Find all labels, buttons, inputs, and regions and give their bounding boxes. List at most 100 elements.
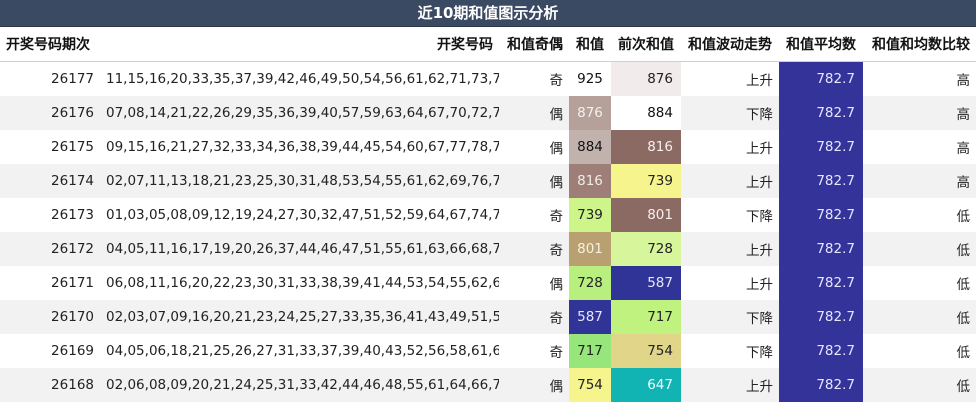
prev-sum-cell: 717 (611, 300, 681, 334)
table-row: 26175 09,15,16,21,27,32,33,34,36,38,39,44… (0, 130, 976, 164)
issue-cell: 26174 (0, 164, 100, 198)
table-row: 26170 02,03,07,09,16,20,21,23,24,25,27,33… (0, 300, 976, 334)
issue-cell: 26176 (0, 96, 100, 130)
col-header-compare: 和值和均数比较 (863, 27, 976, 62)
issue-cell: 26169 (0, 334, 100, 368)
average-cell: 782.7 (779, 198, 863, 232)
col-header-trend: 和值波动走势 (681, 27, 779, 62)
issue-cell: 26173 (0, 198, 100, 232)
table-row: 26177 11,15,16,20,33,35,37,39,42,46,49,50… (0, 61, 976, 96)
numbers-cell: 01,03,05,08,09,12,19,24,27,30,32,47,51,5… (100, 198, 499, 232)
numbers-cell: 07,08,14,21,22,26,29,35,36,39,40,57,59,6… (100, 96, 499, 130)
sum-cell: 876 (569, 96, 611, 130)
col-header-parity: 和值奇偶 (499, 27, 569, 62)
parity-cell: 奇 (499, 61, 569, 96)
compare-cell: 低 (863, 232, 976, 266)
parity-cell: 奇 (499, 232, 569, 266)
trend-cell: 上升 (681, 368, 779, 402)
parity-cell: 奇 (499, 198, 569, 232)
compare-cell: 高 (863, 130, 976, 164)
average-cell: 782.7 (779, 368, 863, 402)
numbers-cell: 04,05,11,16,17,19,20,26,37,44,46,47,51,5… (100, 232, 499, 266)
average-cell: 782.7 (779, 130, 863, 164)
issue-cell: 26175 (0, 130, 100, 164)
prev-sum-cell: 647 (611, 368, 681, 402)
prev-sum-cell: 816 (611, 130, 681, 164)
sum-cell: 754 (569, 368, 611, 402)
numbers-cell: 02,03,07,09,16,20,21,23,24,25,27,33,35,3… (100, 300, 499, 334)
parity-cell: 偶 (499, 266, 569, 300)
table-row: 26176 07,08,14,21,22,26,29,35,36,39,40,57… (0, 96, 976, 130)
col-header-numbers: 开奖号码 (100, 27, 499, 62)
table-row: 26173 01,03,05,08,09,12,19,24,27,30,32,47… (0, 198, 976, 232)
parity-cell: 奇 (499, 300, 569, 334)
header-row: 开奖号码期次 开奖号码 和值奇偶 和值 前次和值 和值波动走势 和值平均数 和值… (0, 27, 976, 62)
prev-sum-cell: 801 (611, 198, 681, 232)
numbers-cell: 02,06,08,09,20,21,24,25,31,33,42,44,46,4… (100, 368, 499, 402)
parity-cell: 偶 (499, 96, 569, 130)
average-cell: 782.7 (779, 61, 863, 96)
trend-cell: 上升 (681, 164, 779, 198)
sum-cell: 816 (569, 164, 611, 198)
numbers-cell: 04,05,06,18,21,25,26,27,31,33,37,39,40,4… (100, 334, 499, 368)
issue-cell: 26168 (0, 368, 100, 402)
sum-cell: 728 (569, 266, 611, 300)
trend-cell: 上升 (681, 130, 779, 164)
table-row: 26172 04,05,11,16,17,19,20,26,37,44,46,47… (0, 232, 976, 266)
average-cell: 782.7 (779, 300, 863, 334)
prev-sum-cell: 876 (611, 61, 681, 96)
prev-sum-cell: 587 (611, 266, 681, 300)
sum-cell: 925 (569, 61, 611, 96)
table-row: 26171 06,08,11,16,20,22,23,30,31,33,38,39… (0, 266, 976, 300)
average-cell: 782.7 (779, 164, 863, 198)
sum-cell: 717 (569, 334, 611, 368)
compare-cell: 高 (863, 96, 976, 130)
issue-cell: 26171 (0, 266, 100, 300)
parity-cell: 偶 (499, 164, 569, 198)
compare-cell: 低 (863, 198, 976, 232)
average-cell: 782.7 (779, 96, 863, 130)
prev-sum-cell: 728 (611, 232, 681, 266)
issue-cell: 26170 (0, 300, 100, 334)
table-row: 26174 02,07,11,13,18,21,23,25,30,31,48,53… (0, 164, 976, 198)
compare-cell: 高 (863, 61, 976, 96)
numbers-cell: 06,08,11,16,20,22,23,30,31,33,38,39,41,4… (100, 266, 499, 300)
average-cell: 782.7 (779, 266, 863, 300)
prev-sum-cell: 754 (611, 334, 681, 368)
parity-cell: 偶 (499, 130, 569, 164)
numbers-cell: 02,07,11,13,18,21,23,25,30,31,48,53,54,5… (100, 164, 499, 198)
numbers-cell: 11,15,16,20,33,35,37,39,42,46,49,50,54,5… (100, 61, 499, 96)
average-cell: 782.7 (779, 334, 863, 368)
table-row: 26169 04,05,06,18,21,25,26,27,31,33,37,39… (0, 334, 976, 368)
sum-cell: 587 (569, 300, 611, 334)
compare-cell: 低 (863, 334, 976, 368)
numbers-cell: 09,15,16,21,27,32,33,34,36,38,39,44,45,5… (100, 130, 499, 164)
average-cell: 782.7 (779, 232, 863, 266)
col-header-issue: 开奖号码期次 (0, 27, 100, 62)
sum-cell: 739 (569, 198, 611, 232)
compare-cell: 高 (863, 164, 976, 198)
issue-cell: 26177 (0, 61, 100, 96)
compare-cell: 低 (863, 368, 976, 402)
parity-cell: 偶 (499, 368, 569, 402)
sum-cell: 801 (569, 232, 611, 266)
parity-cell: 奇 (499, 334, 569, 368)
col-header-sum: 和值 (569, 27, 611, 62)
sum-cell: 884 (569, 130, 611, 164)
col-header-prev-sum: 前次和值 (611, 27, 681, 62)
trend-cell: 下降 (681, 96, 779, 130)
trend-cell: 下降 (681, 198, 779, 232)
prev-sum-cell: 739 (611, 164, 681, 198)
trend-cell: 上升 (681, 232, 779, 266)
trend-cell: 上升 (681, 266, 779, 300)
compare-cell: 低 (863, 300, 976, 334)
page-title: 近10期和值图示分析 (0, 0, 976, 27)
trend-cell: 下降 (681, 334, 779, 368)
issue-cell: 26172 (0, 232, 100, 266)
compare-cell: 低 (863, 266, 976, 300)
col-header-average: 和值平均数 (779, 27, 863, 62)
prev-sum-cell: 884 (611, 96, 681, 130)
sum-analysis-table: 开奖号码期次 开奖号码 和值奇偶 和值 前次和值 和值波动走势 和值平均数 和值… (0, 27, 976, 402)
trend-cell: 下降 (681, 300, 779, 334)
trend-cell: 上升 (681, 61, 779, 96)
